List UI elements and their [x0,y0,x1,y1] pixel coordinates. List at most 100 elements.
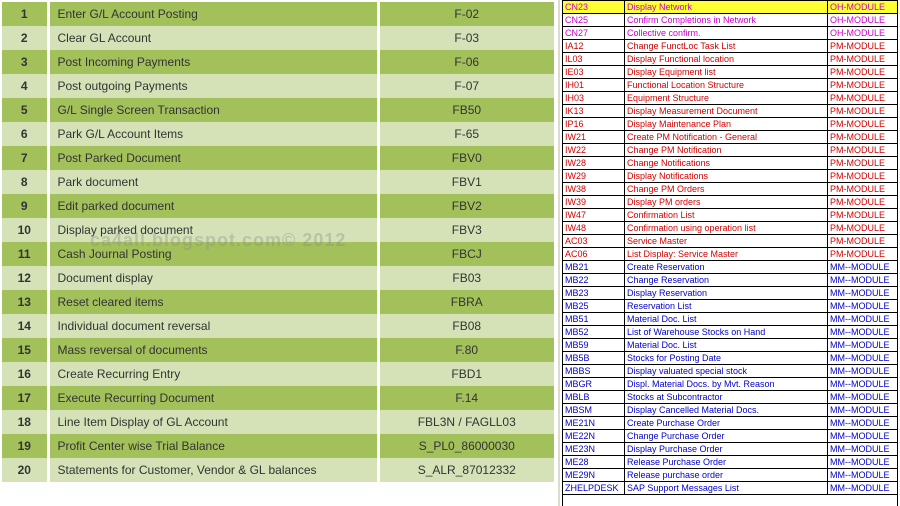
gl-table-row: 20Statements for Customer, Vendor & GL b… [2,458,554,482]
cell-tcode: IW47 [563,209,625,222]
row-description: Execute Recurring Document [48,386,378,410]
gl-table-row: 15Mass reversal of documentsF.80 [2,338,554,362]
module-table-row: MBGRDispl. Material Docs. by Mvt. Reason… [563,378,898,391]
cell-description: Material Doc. List [625,339,828,352]
cell-description: Release Purchase Order [625,456,828,469]
cell-module: PM-MODULE [828,196,898,209]
module-table-row: MBSMDisplay Cancelled Material Docs.MM--… [563,404,898,417]
cell-tcode: ZHELPDESK [563,482,625,495]
cell-tcode: CN23 [563,1,625,14]
module-table-row: CN27Collective confirm.OH-MODULE [563,27,898,40]
cell-module: MM--MODULE [828,443,898,456]
cell-description: Display Reservation [625,287,828,300]
cell-description: SAP Support Messages List [625,482,828,495]
cell-tcode: IK13 [563,105,625,118]
cell-module: PM-MODULE [828,222,898,235]
cell-module: MM--MODULE [828,313,898,326]
cell-tcode: IW21 [563,131,625,144]
cell-description: Create Purchase Order [625,417,828,430]
cell-tcode: CN27 [563,27,625,40]
gl-table-row: 10Display parked documentFBV3 [2,218,554,242]
gl-table-row: 1Enter G/L Account PostingF-02 [2,2,554,26]
module-table-row: MB21Create ReservationMM--MODULE [563,261,898,274]
module-table-row: CN25Confirm Completions in NetworkOH-MOD… [563,14,898,27]
gl-table-row: 19Profit Center wise Trial BalanceS_PL0_… [2,434,554,458]
cell-description: Confirmation List [625,209,828,222]
cell-description: Create PM Notification - General [625,131,828,144]
gl-table-row: 4Post outgoing PaymentsF-07 [2,74,554,98]
right-panel: CN23Display NetworkOH-MODULECN25Confirm … [560,0,900,506]
module-table-row: IP16Display Maintenance PlanPM-MODULE [563,118,898,131]
row-number: 20 [2,458,48,482]
gl-table-row: 2Clear GL AccountF-03 [2,26,554,50]
cell-description: Change PM Notification [625,144,828,157]
cell-module: OH-MODULE [828,27,898,40]
gl-table-row: 5G/L Single Screen TransactionFB50 [2,98,554,122]
cell-description: Display Maintenance Plan [625,118,828,131]
cell-module: OH-MODULE [828,1,898,14]
row-description: Post Incoming Payments [48,50,378,74]
cell-tcode: IW28 [563,157,625,170]
cell-tcode: MBSM [563,404,625,417]
module-table-row: IW29Display NotificationsPM-MODULE [563,170,898,183]
cell-module: MM--MODULE [828,365,898,378]
cell-tcode: IP16 [563,118,625,131]
cell-tcode: MBBS [563,365,625,378]
module-table-row: IL03Display Functional locationPM-MODULE [563,53,898,66]
cell-module: PM-MODULE [828,118,898,131]
row-description: Display parked document [48,218,378,242]
row-number: 13 [2,290,48,314]
cell-module: PM-MODULE [828,105,898,118]
cell-tcode: IL03 [563,53,625,66]
cell-tcode: ME21N [563,417,625,430]
module-table-row: AC03Service MasterPM-MODULE [563,235,898,248]
cell-tcode: CN25 [563,14,625,27]
row-description: Edit parked document [48,194,378,218]
row-number: 18 [2,410,48,434]
cell-tcode: MB59 [563,339,625,352]
cell-tcode: IW38 [563,183,625,196]
row-number: 15 [2,338,48,362]
row-number: 8 [2,170,48,194]
row-description: Create Recurring Entry [48,362,378,386]
cell-tcode: AC03 [563,235,625,248]
row-number: 16 [2,362,48,386]
row-tcode: FBV2 [378,194,554,218]
gl-table-row: 9Edit parked documentFBV2 [2,194,554,218]
cell-module: MM--MODULE [828,300,898,313]
cell-module: MM--MODULE [828,482,898,495]
row-description: Park G/L Account Items [48,122,378,146]
cell-description: Change Purchase Order [625,430,828,443]
module-table-row: IW48Confirmation using operation listPM-… [563,222,898,235]
cell-description: Display Equipment list [625,66,828,79]
cell-module: MM--MODULE [828,261,898,274]
cell-module: PM-MODULE [828,248,898,261]
cell-module: PM-MODULE [828,209,898,222]
cell-tcode: MBGR [563,378,625,391]
row-number: 12 [2,266,48,290]
cell-tcode: MBLB [563,391,625,404]
cell-description: Confirm Completions in Network [625,14,828,27]
row-number: 17 [2,386,48,410]
module-table-row: MB5BStocks for Posting DateMM--MODULE [563,352,898,365]
cell-module: MM--MODULE [828,456,898,469]
cell-description: Display Cancelled Material Docs. [625,404,828,417]
cell-tcode: IW22 [563,144,625,157]
cell-description: Material Doc. List [625,313,828,326]
row-number: 1 [2,2,48,26]
gl-table-row: 3Post Incoming PaymentsF-06 [2,50,554,74]
row-number: 14 [2,314,48,338]
left-panel: 1Enter G/L Account PostingF-022Clear GL … [0,0,560,506]
module-table-row: IH03Equipment StructurePM-MODULE [563,92,898,105]
row-tcode: S_PL0_86000030 [378,434,554,458]
module-table-row: IW22Change PM NotificationPM-MODULE [563,144,898,157]
cell-description: Stocks at Subcontractor [625,391,828,404]
module-table-row: MBLBStocks at SubcontractorMM--MODULE [563,391,898,404]
module-table-row: ME28Release Purchase OrderMM--MODULE [563,456,898,469]
cell-module: PM-MODULE [828,40,898,53]
gl-table-row: 17Execute Recurring DocumentF.14 [2,386,554,410]
module-table-row: MB52List of Warehouse Stocks on HandMM--… [563,326,898,339]
row-number: 19 [2,434,48,458]
cell-module: PM-MODULE [828,66,898,79]
gl-table-row: 12Document displayFB03 [2,266,554,290]
